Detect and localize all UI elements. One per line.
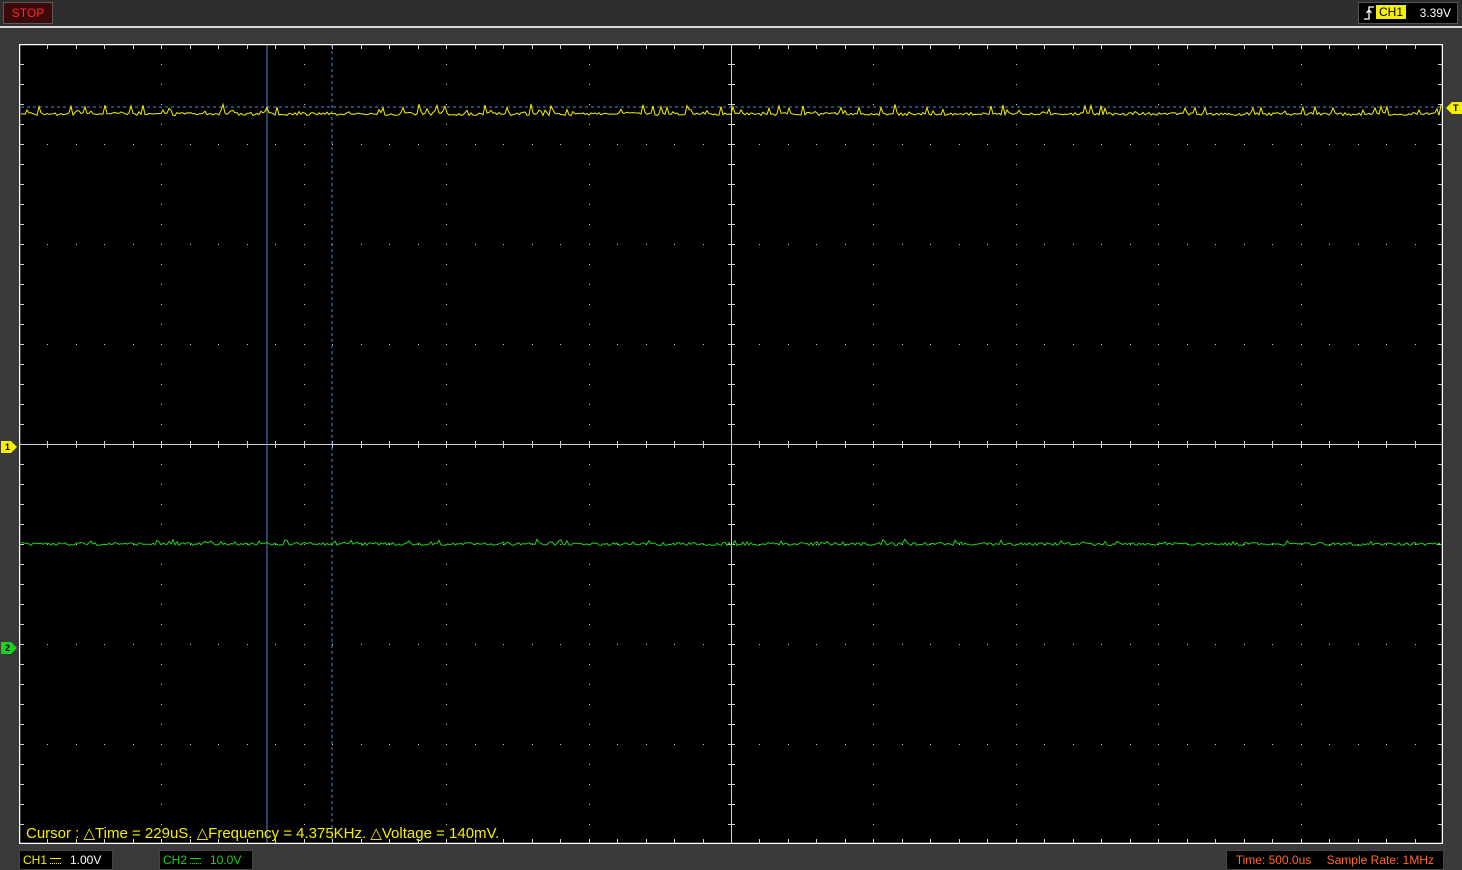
ch1-scale-chip[interactable]: CH1 1.00V [19, 850, 113, 870]
run-stop-button[interactable]: STOP [3, 2, 53, 24]
ch1-scale: 1.00V [70, 853, 102, 867]
ch2-scale: 10.0V [210, 853, 242, 867]
ch2-offset-marker[interactable]: 2 [1, 642, 19, 654]
status-bar: CH1 1.00V CH2 10.0V Time: 500.0us Sample… [0, 848, 1462, 870]
dc-coupling-icon [190, 858, 201, 864]
ch1-offset-marker[interactable]: 1 [1, 441, 19, 453]
ch1-label: CH1 [23, 853, 48, 867]
top-toolbar: STOP CH1 3.39V [0, 0, 1462, 28]
rising-edge-icon [1364, 6, 1374, 20]
waveform-display[interactable] [19, 44, 1443, 844]
trigger-channel: CH1 [1376, 5, 1407, 19]
trigger-level: 3.39V [1419, 6, 1451, 20]
ch2-label: CH2 [163, 853, 188, 867]
trigger-level-marker[interactable]: T [1444, 102, 1462, 114]
dc-coupling-icon [50, 858, 61, 864]
ch2-scale-chip[interactable]: CH2 10.0V [159, 850, 253, 870]
cursor-measurement-readout: Cursor : △Time = 229uS. △Frequency = 4.3… [26, 825, 500, 842]
ch2-marker-label: 2 [5, 643, 11, 653]
trigger-marker-label: T [1453, 103, 1459, 113]
acquisition-info: Time: 500.0us Sample Rate: 1MHz [1225, 850, 1444, 870]
sample-rate-value: Sample Rate: 1MHz [1326, 853, 1434, 867]
trigger-settings[interactable]: CH1 3.39V [1358, 2, 1458, 24]
ch1-marker-label: 1 [5, 442, 11, 452]
scope-grid [19, 44, 1443, 844]
timebase-value: Time: 500.0us [1235, 853, 1312, 867]
